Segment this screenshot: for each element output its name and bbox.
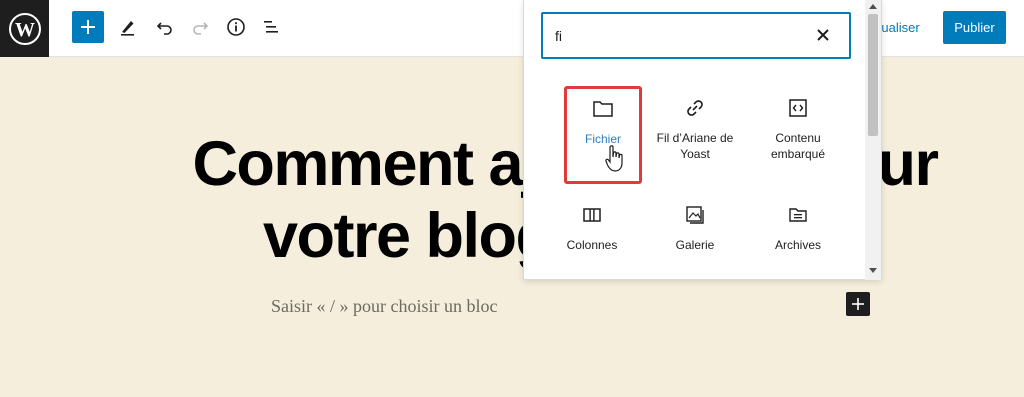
- scroll-down-icon[interactable]: [869, 268, 877, 273]
- archive-icon: [786, 203, 810, 227]
- list-view-button[interactable]: [255, 11, 287, 43]
- block-inserter-popover: Fichier Fil d’Ariane de Yoast Contenu em…: [523, 0, 882, 280]
- hand-cursor-icon: [605, 145, 625, 178]
- block-item-label: Colonnes: [566, 238, 618, 252]
- embed-icon: [786, 96, 810, 120]
- block-placeholder[interactable]: Saisir « / » pour choisir un bloc: [271, 296, 497, 317]
- block-item-fil-ariane[interactable]: Fil d’Ariane de Yoast: [642, 88, 748, 176]
- info-icon: [227, 18, 245, 36]
- block-item-label: Fil d’Ariane de Yoast: [656, 131, 734, 161]
- tools-button[interactable]: [112, 11, 144, 43]
- redo-icon: [193, 22, 209, 35]
- gallery-icon: [683, 203, 707, 227]
- block-item-fichier[interactable]: Fichier: [564, 86, 642, 184]
- svg-text:W: W: [15, 19, 35, 41]
- block-item-galerie[interactable]: Galerie: [642, 195, 748, 279]
- details-button[interactable]: [220, 11, 252, 43]
- publish-button[interactable]: Publier: [943, 11, 1006, 44]
- block-item-label: Contenu embarqué: [770, 131, 826, 161]
- scroll-up-icon[interactable]: [869, 4, 877, 9]
- post-title-line-1: Comment ajo: [192, 129, 576, 199]
- list-view-icon: [264, 21, 278, 33]
- add-block-button[interactable]: [72, 11, 104, 43]
- redo-button[interactable]: [184, 11, 216, 43]
- wordpress-logo-icon[interactable]: W: [0, 0, 49, 57]
- add-block-inline-button[interactable]: [846, 292, 870, 316]
- plus-icon: [81, 20, 95, 34]
- folder-icon: [591, 97, 615, 121]
- clear-search-button[interactable]: [813, 25, 833, 45]
- columns-icon: [580, 203, 604, 227]
- block-search: [541, 12, 851, 59]
- scroll-thumb[interactable]: [868, 14, 878, 136]
- undo-button[interactable]: [149, 11, 181, 43]
- pencil-icon: [121, 21, 134, 36]
- block-search-input[interactable]: [555, 26, 795, 46]
- close-icon: [817, 29, 829, 41]
- link-icon: [683, 96, 707, 120]
- block-item-contenu-embarque[interactable]: Contenu embarqué: [745, 88, 851, 176]
- block-item-label: Archives: [774, 238, 821, 252]
- block-item-label: Galerie: [675, 238, 715, 252]
- block-item-archives[interactable]: Archives: [745, 195, 851, 279]
- block-item-colonnes[interactable]: Colonnes: [539, 195, 645, 279]
- plus-icon: [852, 298, 864, 310]
- popover-scrollbar[interactable]: [865, 0, 881, 280]
- block-item-label: Fichier: [584, 132, 621, 146]
- undo-icon: [156, 22, 172, 35]
